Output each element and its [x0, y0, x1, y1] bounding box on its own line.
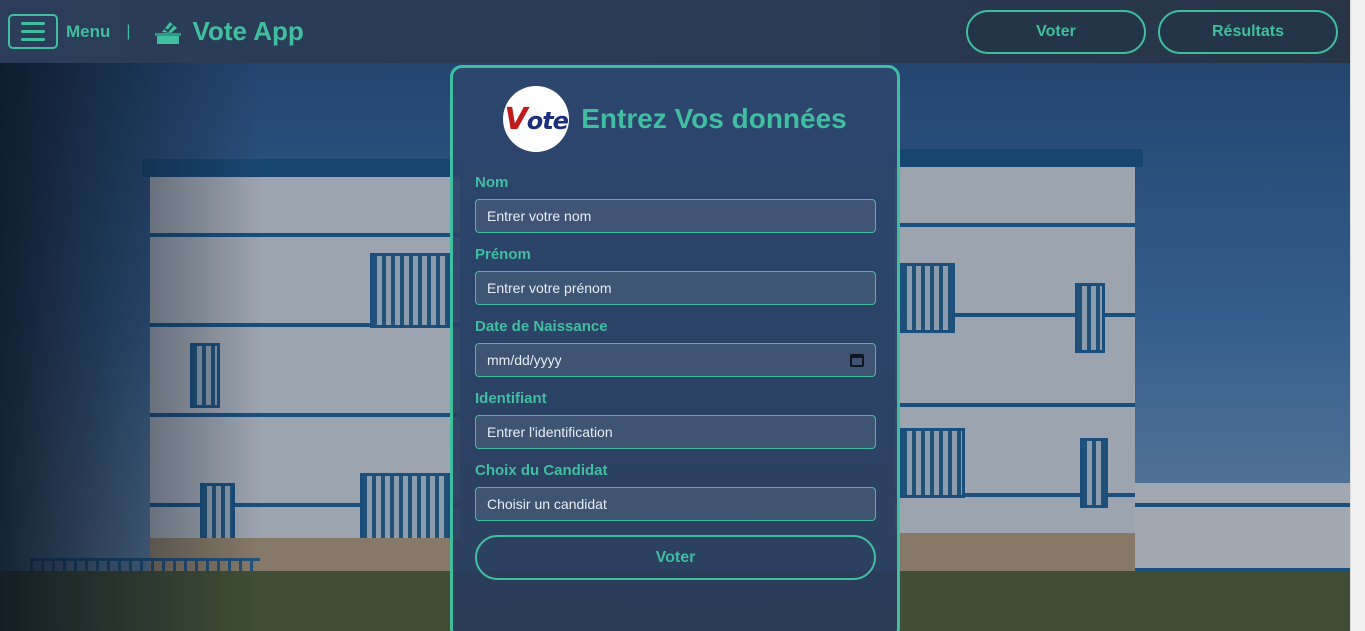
field-candidat: Choix du Candidat Choisir un candidat	[475, 462, 876, 521]
top-navbar: Menu | Vote App Voter Résultats	[0, 0, 1350, 63]
candidate-input[interactable]: Choisir un candidat	[475, 487, 876, 521]
brand[interactable]: Vote App	[153, 16, 304, 47]
form-title: Entrez Vos données	[581, 103, 847, 134]
vote-logo-rest: ote	[526, 106, 569, 135]
field-prenom: Prénom Entrer votre prénom	[475, 246, 876, 305]
birthdate-input[interactable]: mm/dd/yyyy	[475, 343, 876, 377]
field-label: Identifiant	[475, 390, 547, 407]
nav-vote-button[interactable]: Voter	[966, 9, 1146, 54]
field-label: Prénom	[475, 246, 531, 263]
ballot-box-icon	[154, 21, 181, 44]
menu-label[interactable]: Menu	[66, 22, 110, 42]
field-date-naissance: Date de Naissance mm/dd/yyyy	[475, 318, 876, 377]
input-placeholder: Entrer votre nom	[487, 208, 592, 224]
vote-logo-text: Vote	[504, 101, 569, 137]
nav-buttons: Voter Résultats	[966, 9, 1338, 54]
input-placeholder: mm/dd/yyyy	[487, 352, 562, 368]
field-label: Nom	[475, 174, 509, 191]
field-identifiant: Identifiant Entrer l'identification	[475, 390, 876, 449]
vote-logo-letter: V	[504, 101, 527, 137]
vote-form-card: Vote Entrez Vos données Nom Entrer votre…	[450, 65, 900, 631]
nav-results-button[interactable]: Résultats	[1158, 9, 1338, 54]
field-label: Date de Naissance	[475, 318, 608, 335]
menu-button[interactable]	[8, 14, 58, 49]
vote-logo: Vote	[503, 86, 570, 152]
identifiant-input[interactable]: Entrer l'identification	[475, 415, 876, 449]
input-placeholder: Choisir un candidat	[487, 496, 607, 512]
input-placeholder: Entrer l'identification	[487, 424, 613, 440]
input-placeholder: Entrer votre prénom	[487, 280, 612, 296]
form-header: Vote Entrez Vos données	[475, 86, 875, 152]
calendar-icon[interactable]	[850, 353, 864, 367]
submit-vote-button[interactable]: Voter	[475, 535, 876, 580]
field-label: Choix du Candidat	[475, 462, 608, 479]
vertical-scrollbar[interactable]	[1350, 0, 1365, 631]
nom-input[interactable]: Entrer votre nom	[475, 199, 876, 233]
brand-name: Vote App	[192, 16, 304, 46]
field-nom: Nom Entrer votre nom	[475, 174, 876, 233]
separator: |	[126, 22, 131, 40]
prenom-input[interactable]: Entrer votre prénom	[475, 271, 876, 305]
hamburger-icon	[21, 22, 45, 25]
